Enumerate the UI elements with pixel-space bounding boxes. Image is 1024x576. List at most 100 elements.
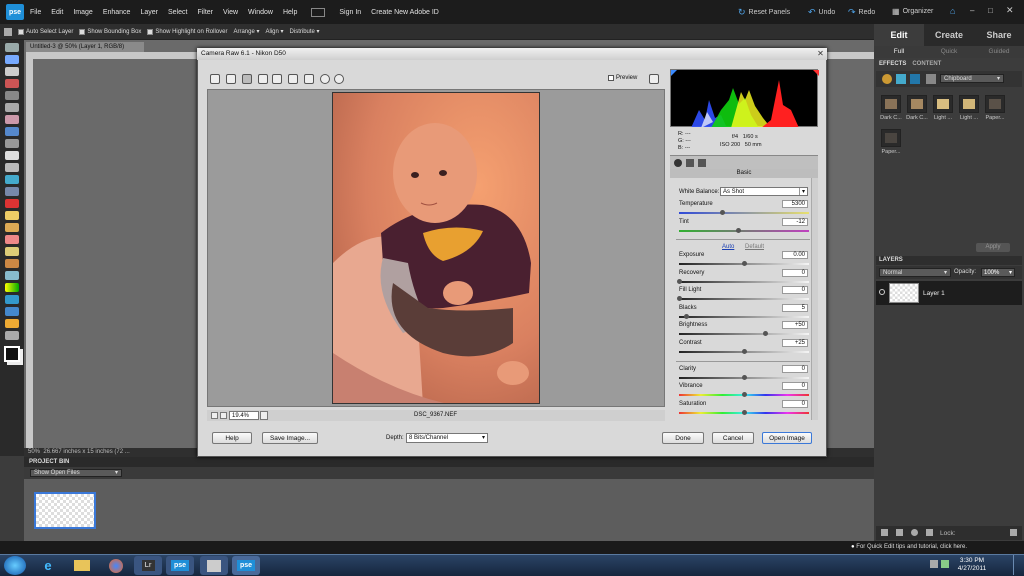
clone-stamp-tool-icon[interactable] <box>5 223 19 232</box>
hand-tool-icon[interactable] <box>5 67 19 76</box>
new-group-icon[interactable] <box>896 529 903 536</box>
menu-window[interactable]: Window <box>248 9 273 16</box>
align-dropdown[interactable]: Align ▾ <box>266 28 284 36</box>
menu-layer[interactable]: Layer <box>140 9 158 16</box>
trash-icon[interactable] <box>1010 529 1017 536</box>
pse-editor-taskbar-icon[interactable]: pse <box>232 556 260 575</box>
start-button[interactable] <box>4 556 26 575</box>
clarity-value-field[interactable]: 0 <box>782 365 808 373</box>
temperature-value-field[interactable]: 5300 <box>782 200 808 208</box>
reset-panels-button[interactable]: ↻ Reset Panels <box>738 7 790 18</box>
bounding-box-checkbox[interactable]: Show Bounding Box <box>79 28 141 35</box>
move-tool-icon[interactable] <box>5 43 19 52</box>
photo-effect-icon[interactable] <box>910 74 920 84</box>
maximize-button[interactable]: □ <box>988 6 993 15</box>
ie-icon[interactable]: e <box>34 556 62 575</box>
zoom-dropdown-arrow[interactable] <box>260 411 268 420</box>
gradient-tool-icon[interactable] <box>5 283 19 292</box>
preview-checkbox[interactable]: Preview <box>608 75 637 81</box>
exposure-value-field[interactable]: 0.00 <box>782 251 808 259</box>
temperature-slider-track[interactable] <box>679 212 809 214</box>
quick-selection-tool-icon[interactable] <box>5 139 19 148</box>
lightroom-icon[interactable]: Lr <box>134 556 162 575</box>
sponge-tool-icon[interactable] <box>5 319 19 328</box>
filter-icon[interactable] <box>882 74 892 84</box>
raw-photo-preview[interactable] <box>332 92 540 404</box>
contrast-value-field[interactable]: +25 <box>782 339 808 347</box>
effect-dark-chipboard-2[interactable]: Dark C... <box>906 95 928 125</box>
tint-slider-track[interactable] <box>679 230 809 232</box>
color-swatches[interactable] <box>4 346 20 362</box>
brightness-slider-track[interactable] <box>679 333 809 335</box>
effect-paper-2[interactable]: Paper... <box>880 129 902 159</box>
straighten-tool-icon[interactable] <box>5 187 19 196</box>
arrange-dropdown[interactable]: Arrange ▾ <box>233 28 259 36</box>
tab-effects[interactable]: EFFECTS <box>879 61 906 70</box>
color-sampler-icon[interactable] <box>258 74 268 84</box>
menu-image[interactable]: Image <box>73 9 92 16</box>
white-balance-dropdown[interactable]: As Shot ▾ <box>720 187 808 196</box>
smart-brush-tool-icon[interactable] <box>5 259 19 268</box>
paint-bucket-tool-icon[interactable] <box>5 271 19 280</box>
shape-tool-icon[interactable] <box>5 295 19 304</box>
show-open-files-dropdown[interactable]: Show Open Files ▾ <box>30 469 122 477</box>
apply-button[interactable]: Apply <box>976 243 1010 252</box>
white-balance-icon[interactable] <box>242 74 252 84</box>
menu-select[interactable]: Select <box>168 9 187 16</box>
done-button[interactable]: Done <box>662 432 704 444</box>
crop-tool-icon[interactable] <box>5 163 19 172</box>
zoom-level-dropdown[interactable]: 19.4% <box>229 411 259 420</box>
blend-mode-dropdown[interactable]: Normal ▾ <box>879 268 951 277</box>
quick-edit-tip[interactable]: ● For Quick Edit tips and tutorial, clic… <box>851 544 967 550</box>
eyedropper-tool-icon[interactable] <box>5 79 19 88</box>
crop-icon[interactable] <box>272 74 282 84</box>
effect-paper-1[interactable]: Paper... <box>984 95 1006 125</box>
layer-style-icon[interactable] <box>896 74 906 84</box>
effect-dark-chipboard-1[interactable]: Dark C... <box>880 95 902 125</box>
pse-taskbar-icon[interactable]: pse <box>166 556 194 575</box>
preferences-icon[interactable] <box>304 74 314 84</box>
mask-icon[interactable] <box>926 529 933 536</box>
highlight-checkbox[interactable]: Show Highlight on Rollover <box>147 28 227 35</box>
effect-light-chipboard-2[interactable]: Light ... <box>958 95 980 125</box>
redo-button[interactable]: ↷ Redo <box>848 7 875 18</box>
auto-link[interactable]: Auto <box>722 244 734 250</box>
blacks-slider-knob[interactable] <box>683 314 689 319</box>
organizer-button[interactable]: ▦ Organizer <box>892 7 933 16</box>
text-effect-icon[interactable] <box>926 74 936 84</box>
default-link[interactable]: Default <box>745 244 764 250</box>
blacks-slider-track[interactable] <box>679 316 809 318</box>
visibility-eye-icon[interactable] <box>879 289 885 295</box>
tab-create[interactable]: Create <box>924 24 974 46</box>
spot-healing-tool-icon[interactable] <box>5 211 19 220</box>
help-button[interactable]: Help <box>212 432 252 444</box>
subtab-quick[interactable]: Quick <box>924 46 974 58</box>
panel-scrollbar[interactable] <box>811 178 818 420</box>
straighten-icon[interactable] <box>288 74 298 84</box>
new-layer-icon[interactable] <box>881 529 888 536</box>
brush-tool-icon[interactable] <box>5 247 19 256</box>
layer-name[interactable]: Layer 1 <box>923 290 945 297</box>
effect-light-chipboard-1[interactable]: Light ... <box>932 95 954 125</box>
menu-edit[interactable]: Edit <box>51 9 63 16</box>
contrast-slider-knob[interactable] <box>742 349 747 354</box>
type-tool-icon[interactable] <box>5 151 19 160</box>
vibrance-value-field[interactable]: 0 <box>782 382 808 390</box>
sign-in-link[interactable]: Sign In <box>339 9 361 16</box>
detail-tab-icon[interactable] <box>698 159 706 167</box>
create-id-link[interactable]: Create New Adobe ID <box>371 9 439 16</box>
layers-header[interactable]: LAYERS <box>876 256 1022 265</box>
camera-raw-taskbar-icon[interactable] <box>200 556 228 575</box>
subtab-full[interactable]: Full <box>874 46 924 58</box>
depth-dropdown[interactable]: 8 Bits/Channel ▾ <box>406 433 488 443</box>
basic-tab-icon[interactable] <box>674 159 682 167</box>
subtab-guided[interactable]: Guided <box>974 46 1024 58</box>
project-bin-header[interactable]: PROJECT BIN <box>24 457 874 467</box>
effects-category-dropdown[interactable]: Chipboard ▾ <box>940 74 1004 83</box>
zoom-icon[interactable] <box>210 74 220 84</box>
auto-select-checkbox[interactable]: Auto Select Layer <box>18 28 73 35</box>
undo-button[interactable]: ↶ Undo <box>808 7 835 18</box>
screen-mode-icon[interactable] <box>311 7 326 17</box>
minimize-button[interactable]: – <box>970 6 974 15</box>
system-clock[interactable]: 3:30 PM 4/27/2011 <box>952 557 992 573</box>
